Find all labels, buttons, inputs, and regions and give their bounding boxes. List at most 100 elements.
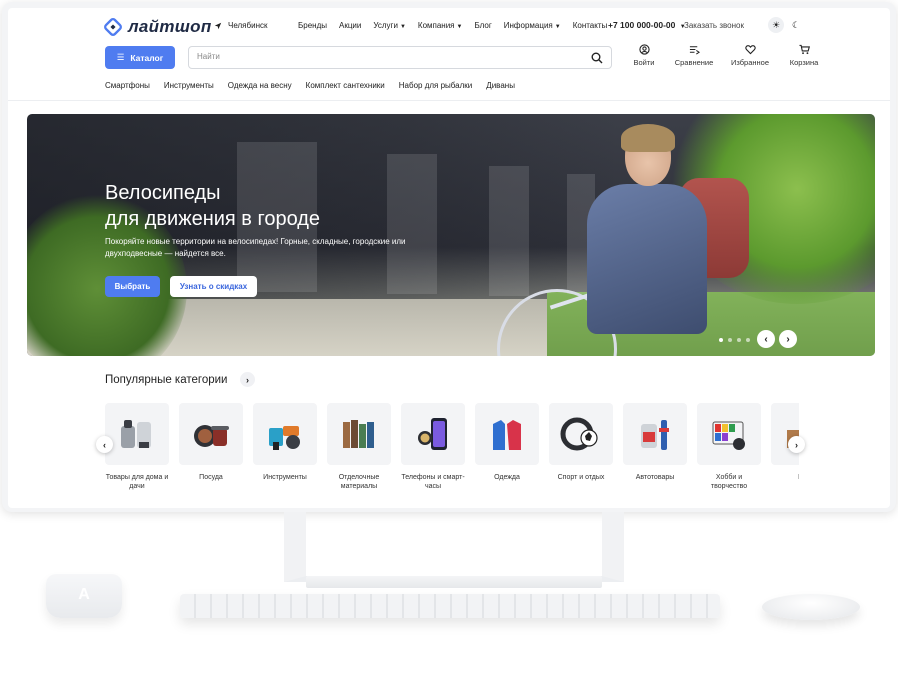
- choose-button[interactable]: Выбрать: [105, 276, 160, 297]
- banner-text: Покоряйте новые территории на велосипеда…: [105, 237, 406, 258]
- monitor-frame: лайтшоп Челябинск Бренды Акции Услуги ▼ К…: [2, 2, 896, 512]
- moon-icon[interactable]: ☾: [788, 17, 804, 33]
- header-actions: Войти Сравнение Избранное Корзина: [620, 44, 828, 67]
- slider-dot[interactable]: [746, 338, 750, 342]
- nav-item-sales[interactable]: Акции: [339, 21, 361, 30]
- sun-icon[interactable]: ☀: [768, 17, 784, 33]
- city-label: Челябинск: [228, 21, 268, 30]
- category-item-tools[interactable]: Инструменты: [253, 403, 317, 482]
- hero-banner: Велосипеды для движения в городе Покоряй…: [27, 114, 875, 356]
- building-window: [387, 154, 437, 294]
- slider-dot[interactable]: [728, 338, 732, 342]
- user-icon: [638, 44, 650, 55]
- slider-dot[interactable]: [719, 338, 723, 342]
- category-image: [401, 403, 465, 465]
- search-icon[interactable]: [591, 52, 603, 64]
- theme-switch: ☀ ☾: [768, 17, 804, 33]
- banner-title: Велосипеды для движения в городе: [105, 182, 321, 230]
- smartphone-icon: [418, 418, 447, 450]
- category-item-sport[interactable]: Спорт и отдых: [549, 403, 613, 482]
- caret-down-icon: ▼: [554, 24, 561, 30]
- quick-link[interactable]: Комплект сантехники: [306, 81, 385, 90]
- category-image: [253, 403, 317, 465]
- logo-icon: [104, 18, 122, 36]
- quick-link[interactable]: Диваны: [486, 81, 515, 90]
- top-nav: Бренды Акции Услуги ▼ Компания ▼ Блог Инфо…: [298, 21, 619, 30]
- header-divider: [8, 100, 890, 101]
- category-image: [179, 403, 243, 465]
- category-item-auto[interactable]: Автотовары: [623, 403, 687, 482]
- slider-dot[interactable]: [737, 338, 741, 342]
- callback-link[interactable]: Заказать звонок: [684, 21, 744, 30]
- search-box: [188, 46, 612, 69]
- logo[interactable]: лайтшоп: [104, 17, 212, 37]
- rider-body: [587, 184, 707, 334]
- category-image: [549, 403, 613, 465]
- monitor-stand-base: [306, 576, 602, 588]
- finishing-materials-icon: [343, 420, 374, 448]
- category-item-home[interactable]: Товары для дома и дачи: [105, 403, 169, 491]
- nav-item-company[interactable]: Компания ▼: [418, 21, 463, 30]
- chevron-right-icon: ›: [246, 374, 249, 385]
- logo-text: лайтшоп: [128, 17, 212, 36]
- cart-button[interactable]: Корзина: [780, 44, 828, 67]
- chevron-left-icon: ‹: [103, 439, 106, 450]
- menu-icon: ☰: [116, 52, 125, 62]
- cookware-icon: [194, 425, 229, 447]
- nav-item-services[interactable]: Услуги ▼: [373, 21, 406, 30]
- category-item-dishes[interactable]: Посуда: [179, 403, 243, 482]
- categories-next-button[interactable]: ›: [788, 436, 805, 453]
- nav-item-info[interactable]: Информация ▼: [504, 21, 561, 30]
- quick-links: Смартфоны Инструменты Одежда на весну Ко…: [105, 81, 529, 90]
- banner-next-button[interactable]: ›: [779, 330, 797, 348]
- top-bar: лайтшоп Челябинск Бренды Акции Услуги ▼ К…: [8, 8, 890, 44]
- mouse: [762, 594, 860, 620]
- chevron-right-icon: ›: [795, 439, 798, 450]
- categories-more-button[interactable]: ›: [240, 372, 255, 387]
- category-image: [105, 403, 169, 465]
- caret-down-icon: ▼: [399, 24, 406, 30]
- kitchen-appliances-icon: [121, 420, 151, 448]
- login-button[interactable]: Войти: [620, 44, 668, 67]
- hobby-icon: [712, 421, 745, 450]
- category-image: [475, 403, 539, 465]
- category-image: [623, 403, 687, 465]
- city-selector[interactable]: Челябинск: [214, 21, 267, 30]
- building-window: [489, 166, 529, 296]
- monitor-stand: [284, 512, 624, 582]
- category-item-finishing[interactable]: Отделочные материалы: [327, 403, 391, 491]
- categories-prev-button[interactable]: ‹: [96, 436, 113, 453]
- search-input[interactable]: [197, 52, 577, 61]
- phone-number[interactable]: +7 100 000-00-00 ▼: [608, 20, 686, 30]
- quick-link[interactable]: Инструменты: [164, 81, 214, 90]
- compare-button[interactable]: Сравнение: [668, 44, 720, 67]
- location-arrow-icon: [214, 22, 222, 29]
- power-tool-icon: [269, 426, 300, 450]
- nav-item-brands[interactable]: Бренды: [298, 21, 327, 30]
- category-image: [697, 403, 761, 465]
- category-item-clothes[interactable]: Одежда: [475, 403, 539, 482]
- favorites-button[interactable]: Избранное: [720, 44, 780, 67]
- discounts-button[interactable]: Узнать о скидках: [170, 276, 257, 297]
- quick-link[interactable]: Смартфоны: [105, 81, 150, 90]
- auto-parts-icon: [641, 420, 669, 450]
- category-item-hobby[interactable]: Хобби и творчество: [697, 403, 761, 491]
- smart-speaker: A: [46, 574, 122, 618]
- nav-item-contacts[interactable]: Контакты: [573, 21, 608, 30]
- rider-hair: [621, 124, 675, 152]
- banner-prev-button[interactable]: ‹: [757, 330, 775, 348]
- catalog-button[interactable]: ☰ Каталог: [105, 46, 175, 69]
- categories-title: Популярные категории: [105, 374, 228, 386]
- nav-item-blog[interactable]: Блог: [474, 21, 491, 30]
- compare-icon: [689, 46, 700, 55]
- cart-icon: [798, 44, 810, 55]
- heart-icon: [744, 45, 756, 55]
- quick-link[interactable]: Набор для рыбалки: [399, 81, 473, 90]
- jacket-icon: [493, 420, 521, 450]
- keyboard: [180, 594, 720, 618]
- slider-dots: [719, 338, 750, 342]
- chevron-right-icon: ›: [786, 333, 790, 345]
- caret-down-icon: ▼: [456, 24, 463, 30]
- quick-link[interactable]: Одежда на весну: [228, 81, 292, 90]
- category-item-phones[interactable]: Телефоны и смарт-часы: [401, 403, 465, 491]
